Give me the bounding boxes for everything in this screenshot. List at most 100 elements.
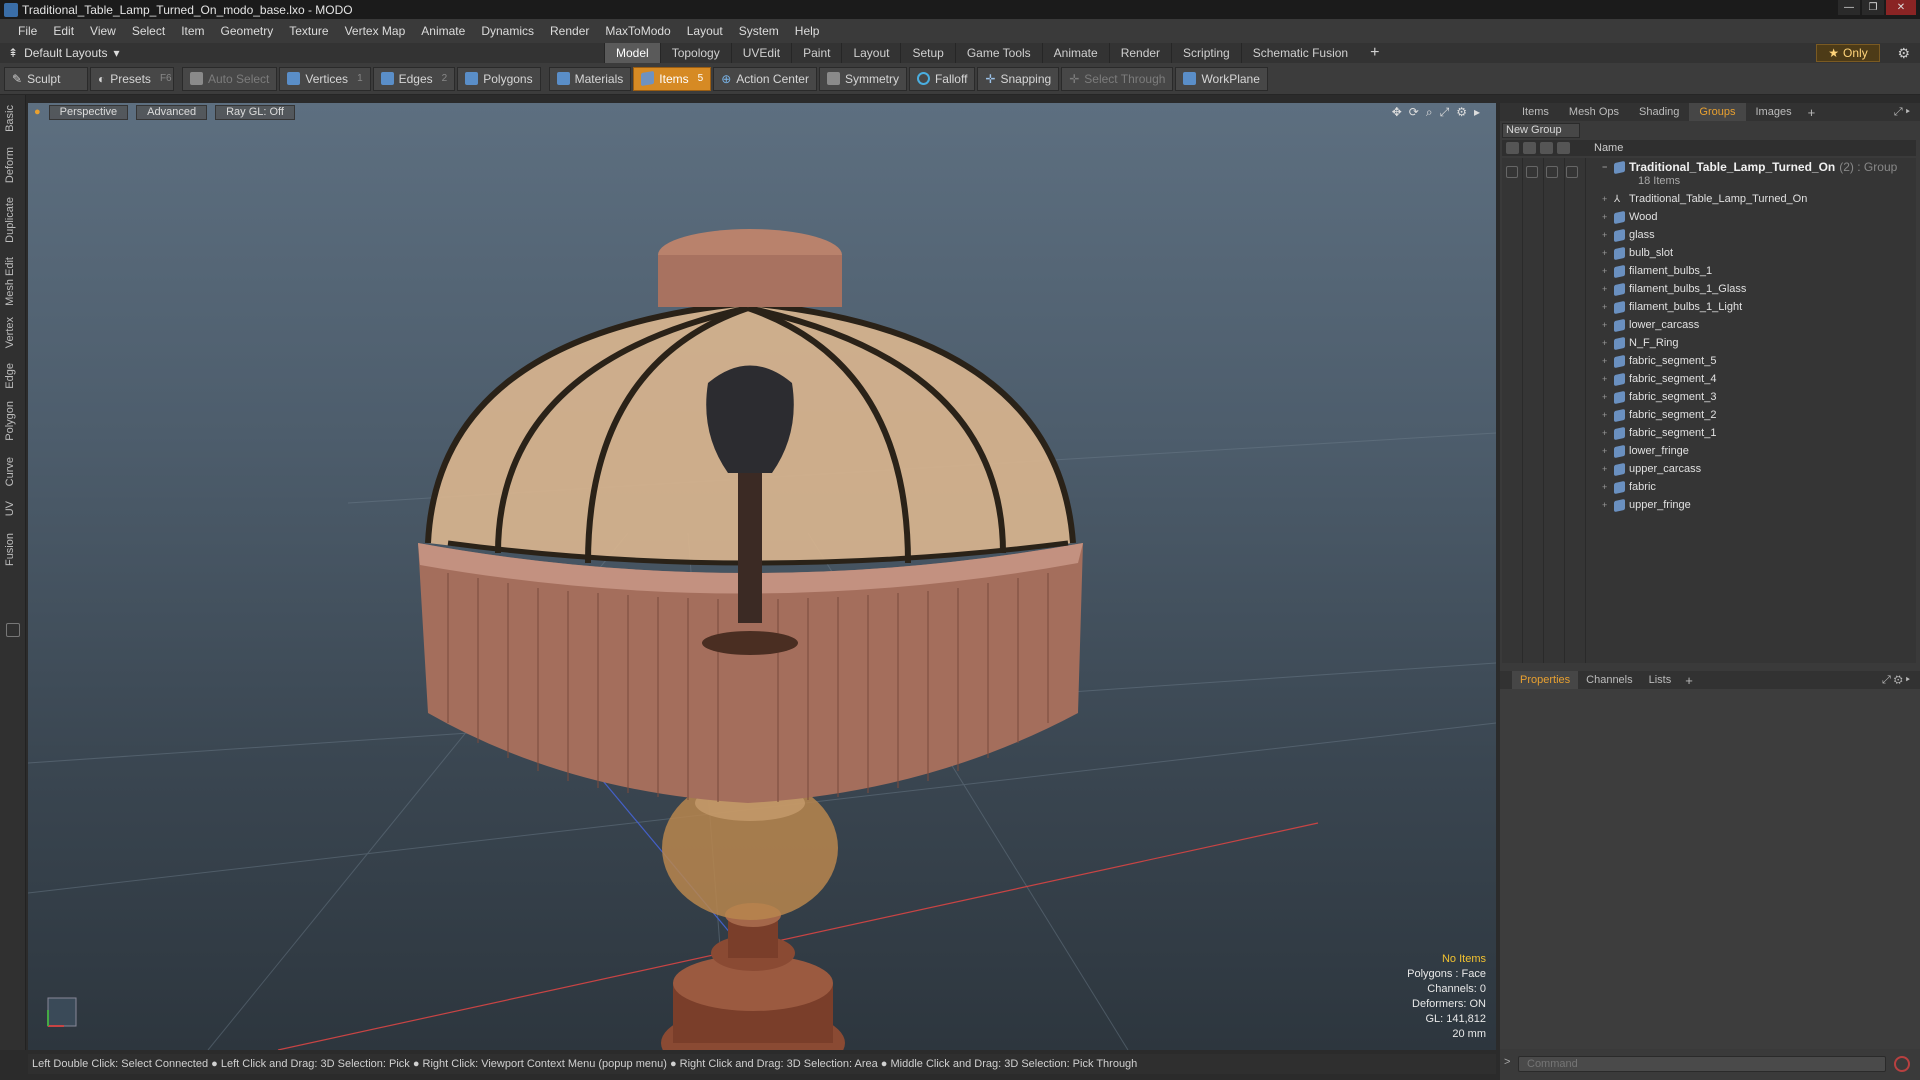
group-lock-toggle[interactable] xyxy=(1546,166,1558,178)
add-tab-button[interactable]: + xyxy=(1359,43,1390,63)
tree-item[interactable]: + Wood xyxy=(1602,208,1658,226)
workplane-button[interactable]: WorkPlane xyxy=(1175,66,1268,91)
menu-layout[interactable]: Layout xyxy=(679,24,731,38)
tree-item[interactable]: + fabric_segment_1 xyxy=(1602,424,1716,442)
tab-mesh-ops[interactable]: Mesh Ops xyxy=(1559,103,1629,121)
tree-item[interactable]: + fabric_segment_3 xyxy=(1602,388,1716,406)
tab-lists[interactable]: Lists xyxy=(1641,671,1680,689)
tab-fusion[interactable]: Fusion xyxy=(4,533,16,566)
maximize-button[interactable]: ❐ xyxy=(1862,0,1884,15)
shading-mode-button[interactable]: Advanced xyxy=(136,104,208,120)
tab-layout[interactable]: Layout xyxy=(841,43,900,63)
tab-shading[interactable]: Shading xyxy=(1629,103,1689,121)
tab-edge[interactable]: Edge xyxy=(4,363,16,389)
3d-viewport[interactable]: ● Perspective Advanced Ray GL: Off ✥ ⟳ ⌕… xyxy=(28,103,1496,1050)
panel-expand-icon[interactable]: ⤢ ▸ xyxy=(1894,106,1910,119)
properties-gear-icon[interactable]: ⤢ ⚙ ▸ xyxy=(1882,674,1910,687)
vertices-button[interactable]: Vertices 1 xyxy=(279,66,371,91)
gear-icon[interactable]: ⚙ xyxy=(1897,45,1910,62)
tab-model[interactable]: Model xyxy=(604,43,660,63)
tab-mesh-edit[interactable]: Mesh Edit xyxy=(4,257,16,306)
menu-maxtomodo[interactable]: MaxToModo xyxy=(597,24,678,38)
viewport-gear-icon[interactable]: ⚙ xyxy=(1456,105,1467,120)
group-render-toggle[interactable] xyxy=(1526,166,1538,178)
collapse-icon[interactable]: − xyxy=(1602,162,1614,172)
close-button[interactable]: ✕ xyxy=(1886,0,1916,15)
menu-file[interactable]: File xyxy=(10,24,45,38)
tab-schematic-fusion[interactable]: Schematic Fusion xyxy=(1240,43,1359,63)
viewport-menu-icon[interactable]: ● xyxy=(34,106,41,118)
materials-button[interactable]: Materials xyxy=(548,66,632,91)
tree-item[interactable]: + upper_carcass xyxy=(1602,460,1701,478)
menu-texture[interactable]: Texture xyxy=(281,24,336,38)
tree-item[interactable]: + lower_fringe xyxy=(1602,442,1689,460)
tree-item[interactable]: + filament_bulbs_1 xyxy=(1602,262,1712,280)
edges-button[interactable]: Edges 2 xyxy=(372,66,456,91)
tree-item[interactable]: + glass xyxy=(1602,226,1655,244)
tab-images[interactable]: Images xyxy=(1746,103,1802,121)
tree-item[interactable]: + filament_bulbs_1_Light xyxy=(1602,298,1742,316)
auto-select-button[interactable]: Auto Select xyxy=(182,66,278,91)
rotate-icon[interactable]: ⟳ xyxy=(1409,105,1419,120)
tab-curve[interactable]: Curve xyxy=(4,457,16,486)
action-center-button[interactable]: ⊕ Action Center xyxy=(713,66,817,91)
tab-game-tools[interactable]: Game Tools xyxy=(954,43,1042,63)
new-group-button[interactable]: New Group xyxy=(1502,123,1580,138)
tab-uvedit[interactable]: UVEdit xyxy=(730,43,791,63)
tab-animate[interactable]: Animate xyxy=(1041,43,1109,63)
pan-icon[interactable]: ✥ xyxy=(1392,105,1402,120)
tree-item[interactable]: + fabric_segment_5 xyxy=(1602,352,1716,370)
tab-scripting[interactable]: Scripting xyxy=(1171,43,1241,63)
falloff-button[interactable]: Falloff xyxy=(908,66,976,91)
tab-paint[interactable]: Paint xyxy=(791,43,841,63)
group-select-toggle[interactable] xyxy=(1566,166,1578,178)
tab-basic[interactable]: Basic xyxy=(4,105,16,132)
select-icon[interactable] xyxy=(1557,142,1570,154)
group-eye-toggle[interactable] xyxy=(1506,166,1518,178)
tab-render[interactable]: Render xyxy=(1108,43,1171,63)
add-panel-tab-button[interactable]: + xyxy=(1802,105,1822,120)
tab-vertex[interactable]: Vertex xyxy=(4,317,16,348)
zoom-icon[interactable]: ⌕ xyxy=(1426,105,1433,120)
tab-groups[interactable]: Groups xyxy=(1689,103,1746,121)
tab-properties[interactable]: Properties xyxy=(1512,671,1579,689)
palette-toggle-icon[interactable] xyxy=(6,623,20,637)
tree-item[interactable]: + lower_carcass xyxy=(1602,316,1699,334)
select-through-button[interactable]: ✛ Select Through xyxy=(1061,66,1174,91)
command-input[interactable] xyxy=(1518,1056,1886,1072)
tab-polygon[interactable]: Polygon xyxy=(4,401,16,441)
menu-vertex-map[interactable]: Vertex Map xyxy=(337,24,414,38)
menu-view[interactable]: View xyxy=(82,24,124,38)
lock-icon[interactable] xyxy=(1540,142,1553,154)
tree-item[interactable]: + bulb_slot xyxy=(1602,244,1673,262)
tree-item[interactable]: + fabric_segment_4 xyxy=(1602,370,1716,388)
tree-item[interactable]: + fabric_segment_2 xyxy=(1602,406,1716,424)
raygl-button[interactable]: Ray GL: Off xyxy=(215,104,295,120)
layout-selector[interactable]: ⇞ Default Layouts ▾ xyxy=(8,46,119,60)
only-toggle[interactable]: ★ Only xyxy=(1816,44,1880,62)
presets-button[interactable]: ◐ Presets F6 xyxy=(90,66,174,91)
polygons-button[interactable]: Polygons xyxy=(457,66,541,91)
tab-deform[interactable]: Deform xyxy=(4,147,16,183)
render-icon[interactable] xyxy=(1523,142,1536,154)
menu-geometry[interactable]: Geometry xyxy=(213,24,282,38)
menu-system[interactable]: System xyxy=(731,24,787,38)
items-button[interactable]: Items 5 xyxy=(633,66,712,91)
menu-select[interactable]: Select xyxy=(124,24,173,38)
tree-item[interactable]: + fabric xyxy=(1602,478,1656,496)
menu-edit[interactable]: Edit xyxy=(45,24,82,38)
snapping-button[interactable]: ✛ Snapping xyxy=(977,66,1060,91)
view-mode-button[interactable]: Perspective xyxy=(48,104,129,120)
command-history-icon[interactable] xyxy=(1894,1056,1910,1072)
tree-item[interactable]: + ⅄ Traditional_Table_Lamp_Turned_On xyxy=(1602,190,1807,208)
tab-channels[interactable]: Channels xyxy=(1578,671,1640,689)
menu-item[interactable]: Item xyxy=(173,24,212,38)
menu-help[interactable]: Help xyxy=(787,24,828,38)
menu-animate[interactable]: Animate xyxy=(413,24,473,38)
menu-render[interactable]: Render xyxy=(542,24,597,38)
symmetry-button[interactable]: Symmetry xyxy=(818,66,907,91)
tree-item[interactable]: + upper_fringe xyxy=(1602,496,1691,514)
eye-icon[interactable] xyxy=(1506,142,1519,154)
tree-item[interactable]: + N_F_Ring xyxy=(1602,334,1679,352)
add-properties-tab-button[interactable]: + xyxy=(1679,673,1699,688)
